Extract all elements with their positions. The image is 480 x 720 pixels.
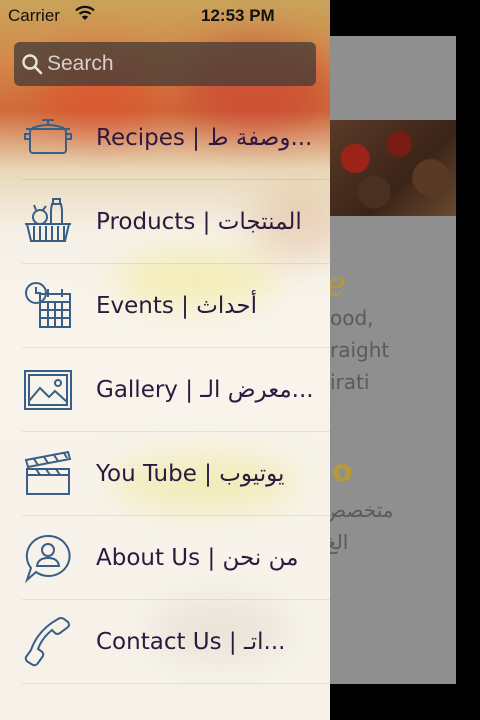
menu-item-label: Gallery | معرض الـ... bbox=[96, 377, 314, 403]
person-bubble-icon bbox=[24, 534, 71, 584]
menu-item-label: Recipes | وصفة ط... bbox=[96, 125, 313, 151]
menu-item-gallery[interactable]: Gallery | معرض الـ... bbox=[0, 348, 330, 432]
side-drawer: Carrier 12:53 PM Recipes | وصفة ط... bbox=[0, 0, 330, 720]
menu-item-label: You Tube | يوتيوب bbox=[96, 461, 285, 487]
menu-item-label: Events | أحداث bbox=[96, 293, 257, 319]
basket-icon bbox=[25, 198, 71, 242]
menu-item-label: About Us | من نحن bbox=[96, 545, 299, 571]
calendar-icon bbox=[25, 282, 71, 328]
background-arabic-line: متخصص bbox=[330, 498, 394, 522]
wifi-icon bbox=[75, 5, 95, 20]
menu-item-contact-us[interactable]: Contact Us | اتـ... bbox=[0, 600, 330, 684]
background-script-letter: e bbox=[330, 264, 346, 304]
background-screen: e ood, raight irati o متخصص الغ bbox=[330, 36, 456, 684]
pot-icon bbox=[24, 119, 72, 154]
search-bar[interactable] bbox=[14, 42, 316, 86]
image-icon bbox=[24, 370, 72, 410]
menu-item-products[interactable]: Products | المنتجات bbox=[0, 180, 330, 264]
status-bar: Carrier 12:53 PM bbox=[0, 0, 330, 32]
food-banner-image bbox=[330, 120, 456, 216]
search-icon bbox=[22, 54, 43, 75]
menu-item-label: Products | المنتجات bbox=[96, 209, 302, 235]
menu-item-recipes[interactable]: Recipes | وصفة ط... bbox=[0, 96, 330, 180]
background-arabic-line: الغ bbox=[330, 530, 349, 554]
clock-time: 12:53 PM bbox=[201, 6, 275, 25]
phone-icon bbox=[24, 617, 70, 667]
drawer-menu: Recipes | وصفة ط... Products | المنتجات … bbox=[0, 96, 330, 684]
background-text-line: ood, bbox=[330, 306, 374, 330]
background-bottom bbox=[330, 684, 480, 720]
search-input[interactable] bbox=[47, 52, 307, 76]
background-text-line: irati bbox=[330, 370, 370, 394]
menu-item-about-us[interactable]: About Us | من نحن bbox=[0, 516, 330, 600]
menu-item-youtube[interactable]: You Tube | يوتيوب bbox=[0, 432, 330, 516]
menu-item-label: Contact Us | اتـ... bbox=[96, 629, 286, 655]
carrier-label: Carrier bbox=[8, 6, 60, 25]
background-right-edge bbox=[456, 0, 480, 720]
clapperboard-icon bbox=[24, 450, 72, 495]
menu-item-events[interactable]: Events | أحداث bbox=[0, 264, 330, 348]
background-text-line: raight bbox=[330, 338, 390, 362]
background-gold-letter: o bbox=[332, 454, 353, 489]
